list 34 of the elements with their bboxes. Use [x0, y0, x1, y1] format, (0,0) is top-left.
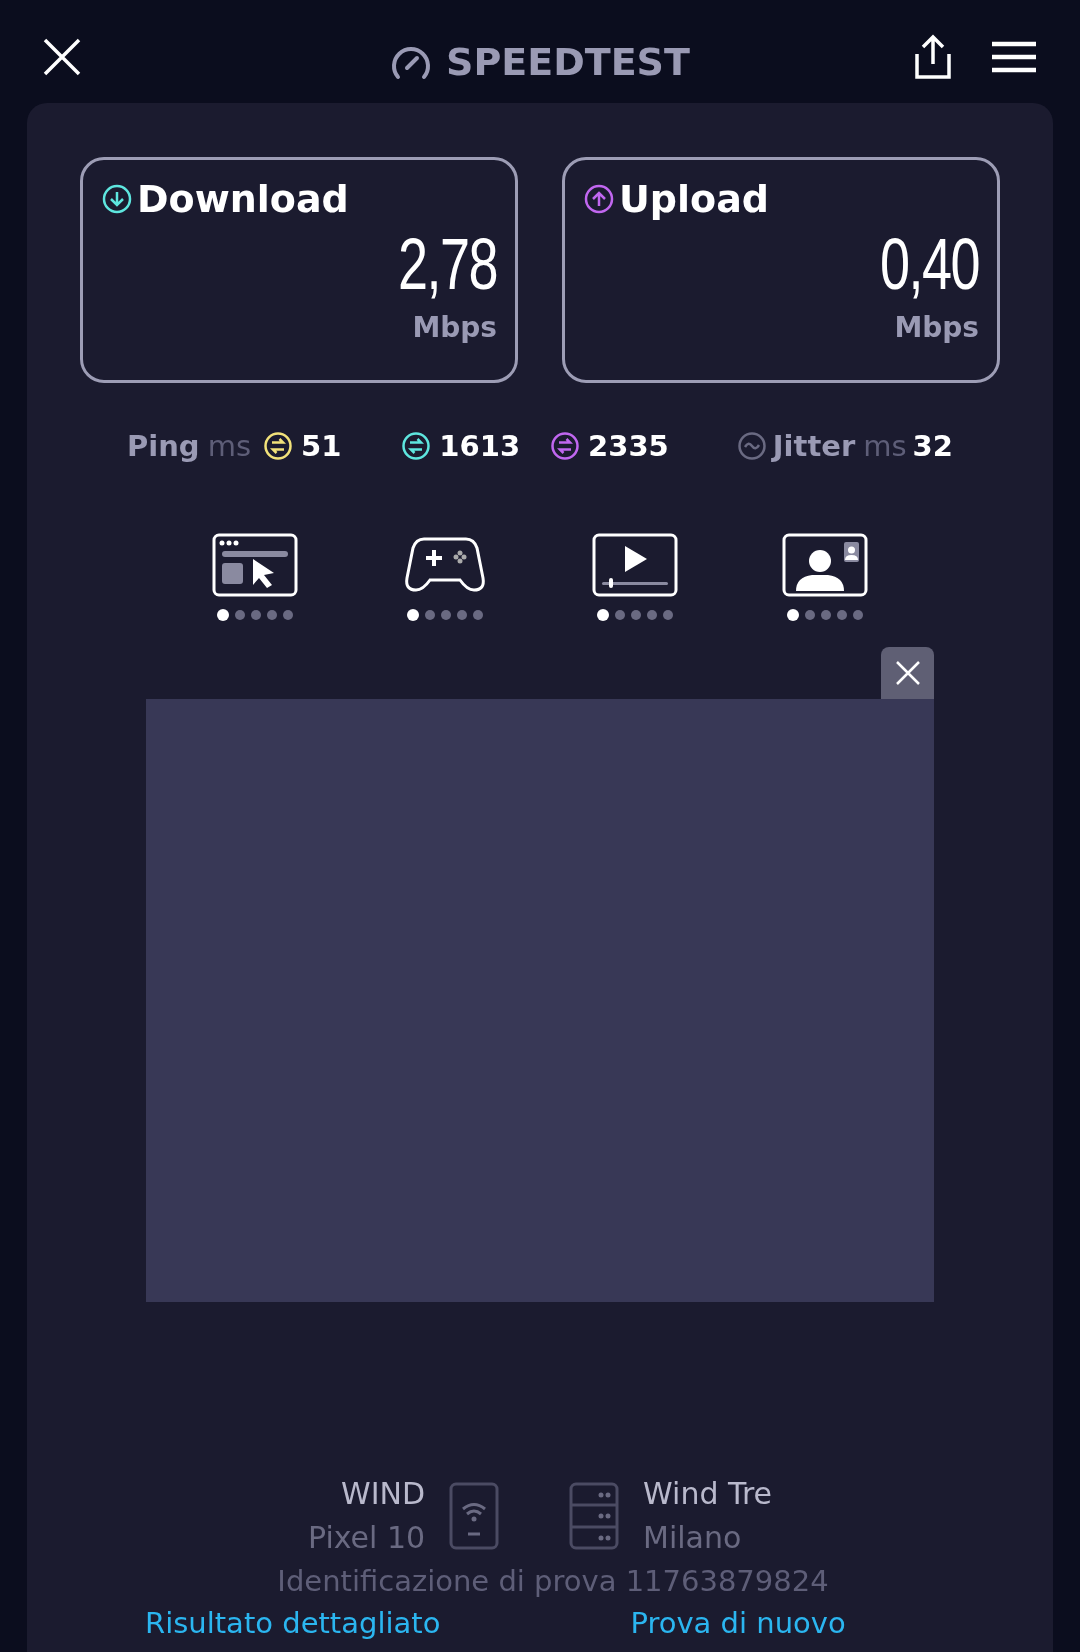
- phone-wifi-icon: [449, 1482, 500, 1550]
- video-call-icon: [782, 533, 868, 597]
- close-icon: [894, 660, 921, 686]
- jitter-icon: [736, 431, 767, 461]
- result-label: Download: [137, 180, 349, 218]
- link[interactable]: Risultato dettagliato: [145, 1602, 441, 1644]
- jitter-label: Jitter: [772, 431, 856, 461]
- browser-cursor-icon: [212, 533, 298, 597]
- provider-name: WIND: [341, 1475, 426, 1513]
- link[interactable]: Prova di nuovo: [630, 1602, 846, 1644]
- share-button[interactable]: [912, 33, 954, 80]
- server-name: Wind Tre: [643, 1475, 773, 1513]
- ping-value: 51: [301, 431, 342, 461]
- ad-close-button[interactable]: [881, 647, 934, 699]
- device-name: Pixel 10: [307, 1519, 426, 1557]
- speed-value: 0,40: [879, 228, 979, 300]
- ping-value: 1613: [439, 431, 521, 461]
- server-icon: [569, 1482, 620, 1550]
- app-title: SPEEDTEST: [446, 43, 690, 81]
- jitter-unit: ms: [863, 431, 907, 461]
- jitter-value: 32: [912, 431, 953, 461]
- speed-value: 2,78: [397, 228, 497, 300]
- ping-unit: ms: [207, 431, 251, 461]
- gamepad-icon: [404, 536, 486, 594]
- speed-unit: Mbps: [412, 314, 497, 342]
- speed-unit: Mbps: [894, 314, 979, 342]
- result-label: Upload: [619, 180, 770, 218]
- ping-value: 2335: [588, 431, 669, 461]
- menu-button[interactable]: [990, 39, 1038, 74]
- ping-label: Ping: [127, 431, 200, 461]
- close-button[interactable]: [42, 36, 82, 77]
- test-id: Identificazione di prova 11763879824: [277, 1563, 829, 1600]
- server-city: Milano: [643, 1519, 743, 1557]
- video-player-icon: [592, 533, 678, 597]
